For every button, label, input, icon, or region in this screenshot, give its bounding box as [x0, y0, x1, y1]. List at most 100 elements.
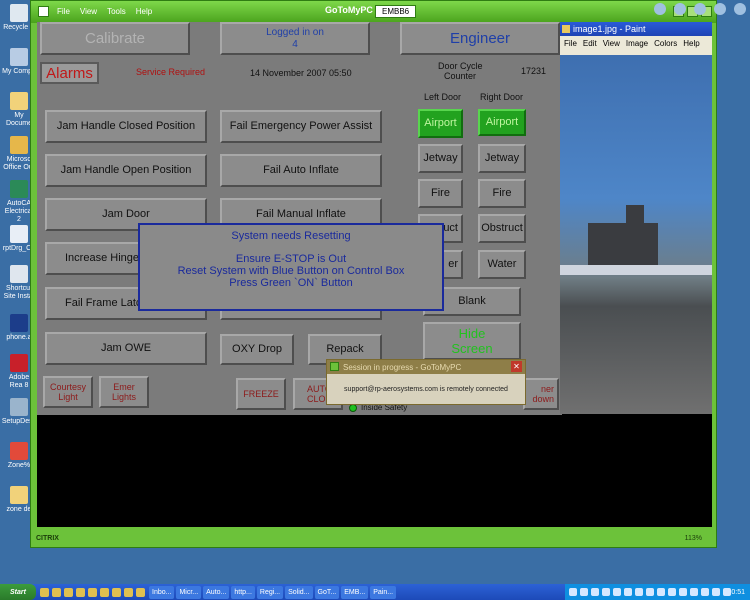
alarms-button[interactable]: Alarms — [40, 62, 99, 84]
left-door-jetway-button[interactable]: Jetway — [418, 144, 463, 173]
tray-icon[interactable] — [657, 588, 665, 596]
close-icon[interactable]: ✕ — [511, 361, 522, 372]
tray-icon[interactable] — [635, 588, 643, 596]
tray-icon[interactable] — [723, 588, 731, 596]
taskbar-item-http[interactable]: http... — [231, 585, 255, 599]
paint-menu-view[interactable]: View — [603, 39, 620, 48]
taskbar-item-inbox[interactable]: Inbo... — [149, 585, 175, 599]
tray-icon[interactable] — [569, 588, 577, 596]
quick-launch-icon[interactable] — [52, 587, 61, 597]
gotomypc-icon — [38, 6, 49, 17]
menu-tools[interactable]: Tools — [107, 7, 126, 16]
quick-launch-icon[interactable] — [124, 587, 133, 597]
tray-icons — [569, 588, 731, 596]
tray-icon[interactable] — [712, 588, 720, 596]
tray-icon[interactable] — [646, 588, 654, 596]
folder-icon — [10, 92, 28, 110]
reset-dialog: System needs Resetting Ensure E-STOP is … — [138, 223, 444, 311]
tray-icon[interactable] — [613, 588, 621, 596]
menu-view[interactable]: View — [80, 7, 97, 16]
right-door-obstruct-button[interactable]: Obstruct — [478, 214, 526, 243]
taskbar-item-regi[interactable]: Regi... — [256, 585, 284, 599]
paint-menu-help[interactable]: Help — [683, 39, 699, 48]
quick-launch-icon[interactable] — [88, 587, 97, 597]
taskbar-item-paint[interactable]: Pain... — [370, 585, 397, 599]
taskbar-item-emb[interactable]: EMB... — [341, 585, 369, 599]
engineer-button[interactable]: Engineer — [400, 22, 560, 55]
tray-icon[interactable] — [654, 3, 666, 15]
paint-menu-image[interactable]: Image — [626, 39, 648, 48]
quick-launch-icon[interactable] — [40, 587, 49, 597]
shortcut-icon — [10, 265, 28, 283]
tray-icon[interactable] — [714, 3, 726, 15]
computer-icon — [10, 48, 28, 66]
right-door-airport-button[interactable]: Airport — [478, 109, 526, 136]
left-door-airport-button[interactable]: Airport — [418, 109, 463, 138]
file-icon — [10, 225, 28, 243]
quick-launch-icon[interactable] — [76, 587, 85, 597]
right-door-water-button[interactable]: Water — [478, 250, 526, 279]
session-titlebar: Session in progress - GoToMyPC ✕ — [327, 360, 525, 374]
jam-owe-button[interactable]: Jam OWE — [45, 332, 207, 365]
courtesy-light-button[interactable]: Courtesy Light — [43, 376, 93, 408]
calibrate-button[interactable]: Calibrate — [40, 22, 190, 55]
menu-help[interactable]: Help — [136, 7, 152, 16]
tray-icon[interactable] — [674, 3, 686, 15]
left-door-fire-button[interactable]: Fire — [418, 179, 463, 208]
tray-icon[interactable] — [734, 3, 746, 15]
terminal-building — [588, 223, 658, 269]
tray-icon[interactable] — [624, 588, 632, 596]
autocad-icon — [10, 180, 28, 198]
emer-label-2: Lights — [111, 392, 137, 402]
right-door-fire-button[interactable]: Fire — [478, 179, 526, 208]
menu-file[interactable]: File — [57, 7, 70, 16]
fail-auto-inflate-button[interactable]: Fail Auto Inflate — [220, 154, 382, 187]
tray-icon[interactable] — [679, 588, 687, 596]
inner-label-2: down — [532, 394, 554, 404]
tray-icon[interactable] — [694, 3, 706, 15]
inner-label-1: ner — [540, 384, 554, 394]
quick-launch-icon[interactable] — [112, 587, 121, 597]
quick-launch-icon[interactable] — [136, 587, 145, 597]
jam-handle-open-button[interactable]: Jam Handle Open Position — [45, 154, 207, 187]
paint-menu-file[interactable]: File — [564, 39, 577, 48]
inner-shutdown-button[interactable]: ner down — [523, 378, 559, 410]
tray-icon[interactable] — [668, 588, 676, 596]
oxy-drop-button[interactable]: OXY Drop — [220, 334, 294, 365]
right-door-label: Right Door — [480, 92, 524, 102]
tray-icon[interactable] — [701, 588, 709, 596]
hide-screen-button[interactable]: Hide Screen — [423, 322, 521, 360]
taskbar-item-got[interactable]: GoT... — [314, 585, 340, 599]
folder-icon — [10, 486, 28, 504]
system-tray: 10:51 — [565, 584, 750, 600]
tray-icon[interactable] — [690, 588, 698, 596]
desktop-icon-label: phone.a — [6, 334, 32, 341]
quick-launch — [36, 587, 149, 597]
paint-menu-edit[interactable]: Edit — [583, 39, 597, 48]
gotomypc-menu: File View Tools Help — [57, 7, 152, 16]
fail-emergency-power-assist-button[interactable]: Fail Emergency Power Assist — [220, 110, 382, 143]
tray-icon[interactable] — [580, 588, 588, 596]
paint-canvas-image[interactable] — [560, 55, 712, 414]
jam-handle-closed-button[interactable]: Jam Handle Closed Position — [45, 110, 207, 143]
tray-icon[interactable] — [602, 588, 610, 596]
taskbar-item-micr[interactable]: Micr... — [176, 585, 202, 599]
aircraft-fuselage — [560, 265, 712, 275]
logged-in-label: Logged in on — [266, 26, 324, 38]
reset-dialog-line-1: Ensure E-STOP is Out — [235, 253, 347, 265]
gotomypc-statusbar: CITRIX 113% — [31, 531, 716, 547]
counter-label: Counter — [444, 71, 477, 81]
quick-launch-icon[interactable] — [100, 587, 109, 597]
taskbar-item-auto[interactable]: Auto... — [203, 585, 230, 599]
paint-menu-colors[interactable]: Colors — [654, 39, 677, 48]
quick-launch-icon[interactable] — [64, 587, 73, 597]
tray-icon[interactable] — [591, 588, 599, 596]
freeze-button[interactable]: FREEZE — [236, 378, 286, 410]
taskbar-item-solid[interactable]: Solid... — [285, 585, 313, 599]
right-door-jetway-button[interactable]: Jetway — [478, 144, 526, 173]
remote-screen[interactable]: Calibrate Logged in on 4 Engineer Alarms… — [37, 22, 712, 527]
emer-lights-button[interactable]: Emer Lights — [99, 376, 149, 408]
start-button[interactable]: Start — [0, 584, 36, 600]
control-tower — [626, 205, 644, 227]
paint-titlebar: image1.jpg - Paint — [560, 22, 712, 36]
